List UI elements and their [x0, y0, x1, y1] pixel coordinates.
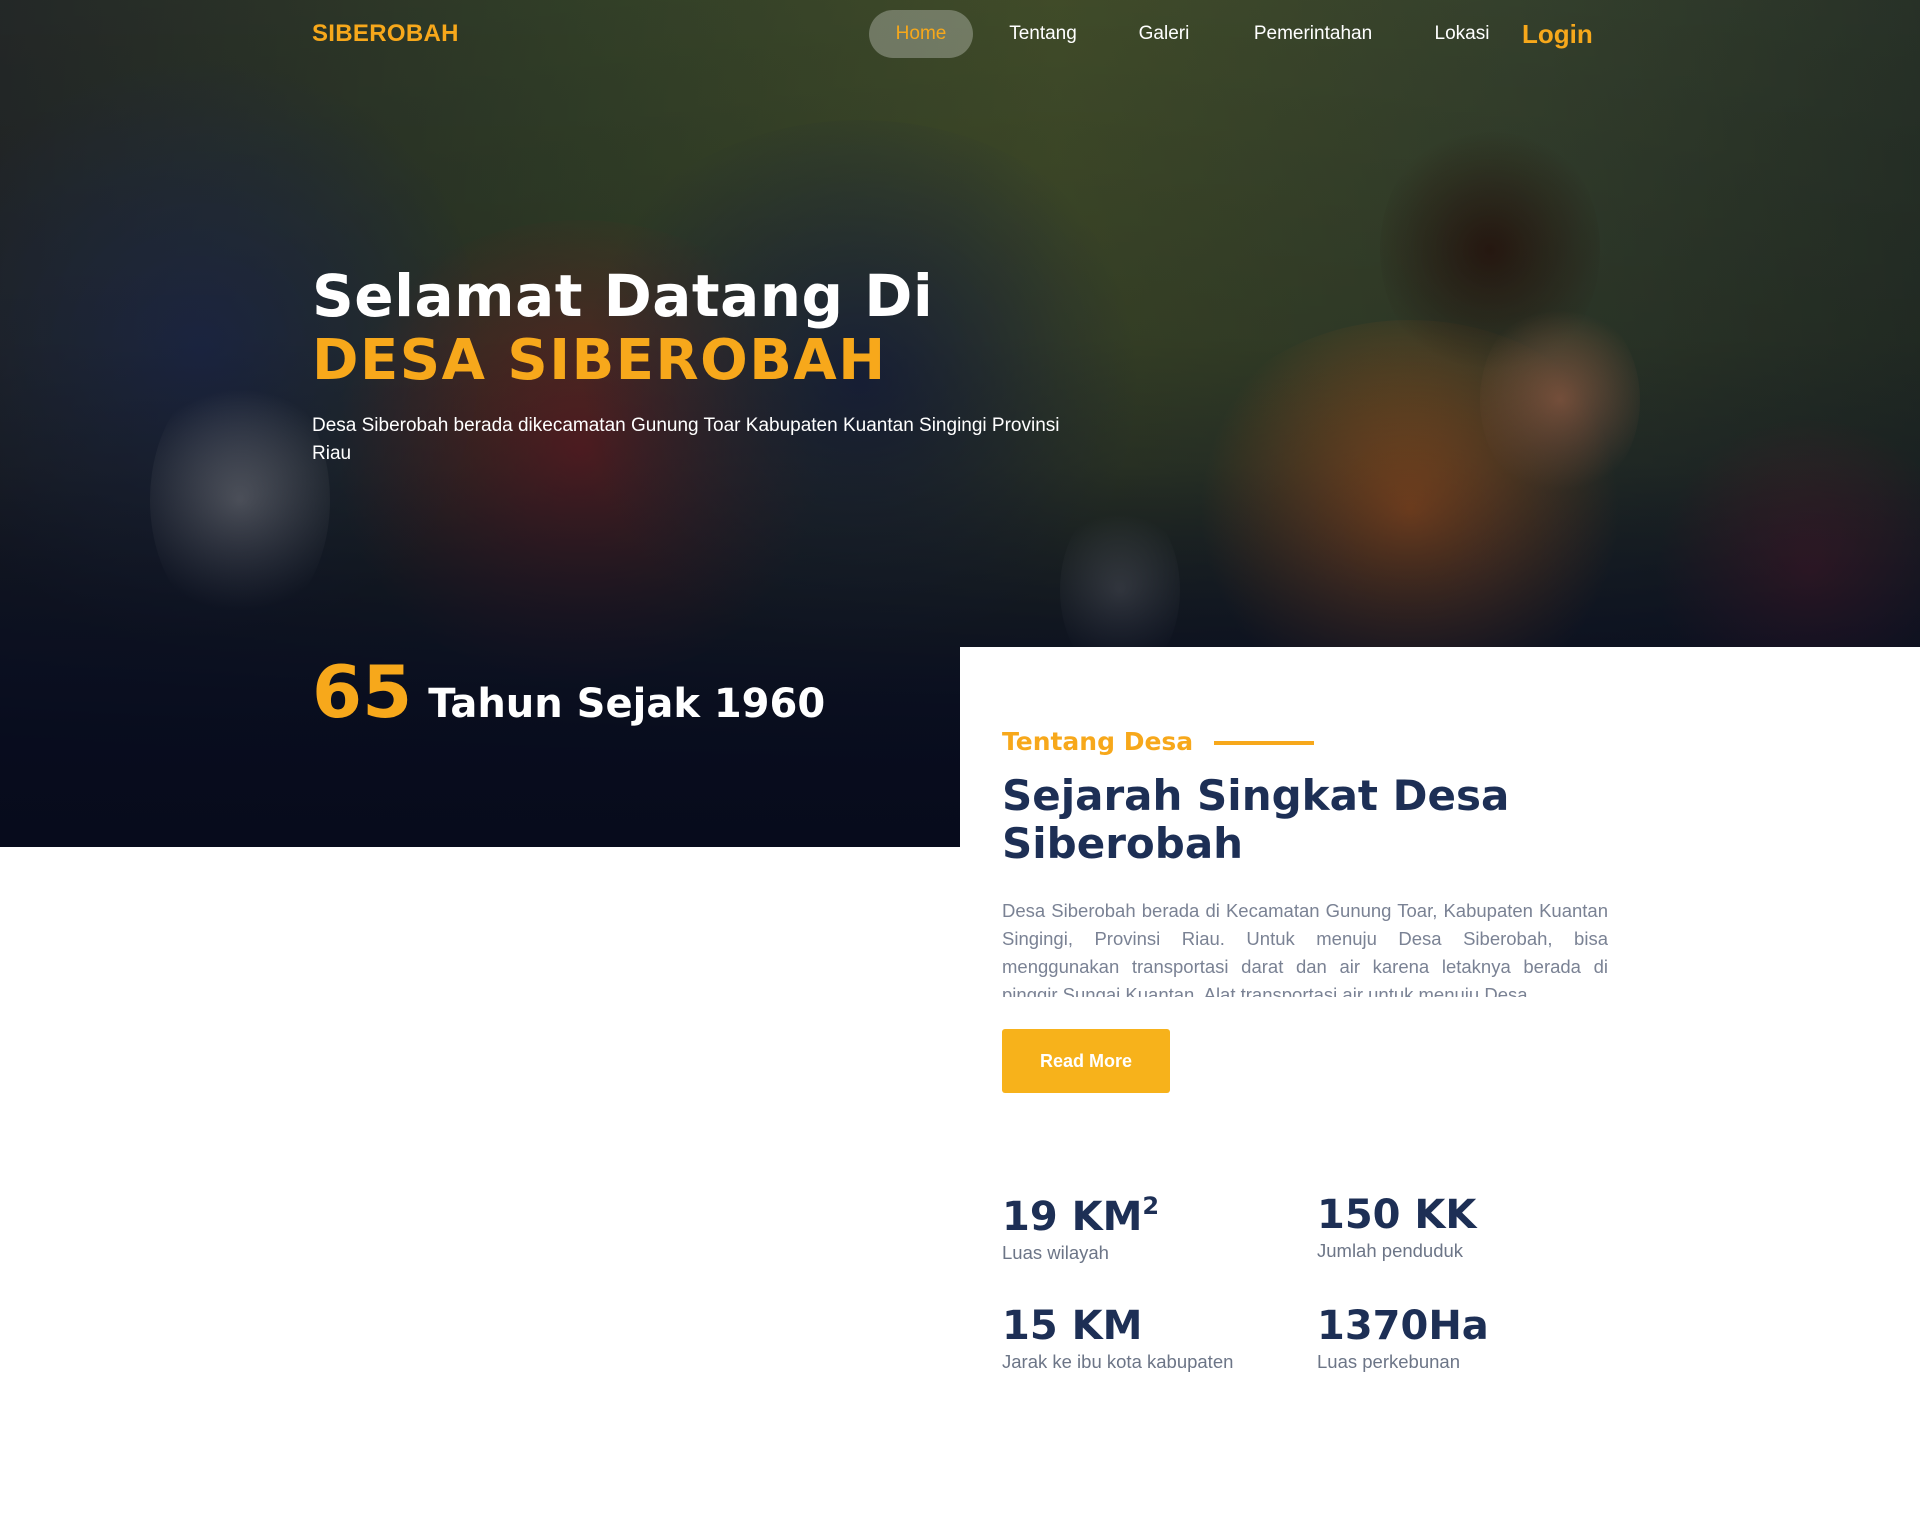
nav-pemerintahan[interactable]: Pemerintahan	[1232, 10, 1394, 58]
nav-home[interactable]: Home	[869, 10, 973, 58]
about-kicker: Tentang Desa	[1002, 727, 1194, 756]
stat-population: 150 KK Jumlah penduduk	[1317, 1192, 1476, 1262]
stat-value: 1370Ha	[1317, 1303, 1489, 1349]
nav-galeri[interactable]: Galeri	[1112, 10, 1216, 58]
login-link[interactable]: Login	[1522, 10, 1593, 58]
hero-description: Desa Siberobah berada dikecamatan Gunung…	[312, 415, 1060, 464]
years-number: 65	[312, 650, 413, 734]
stat-value: 19 KM2	[1002, 1192, 1160, 1240]
main-nav: Home Tentang Galeri Pemerintahan Lokasi …	[0, 10, 1920, 58]
nav-tentang[interactable]: Tentang	[988, 10, 1098, 58]
years-badge: 65 Tahun Sejak 1960	[312, 650, 825, 734]
stat-label: Luas perkebunan	[1317, 1351, 1460, 1372]
about-text: Desa Siberobah berada di Kecamatan Gunun…	[1002, 900, 1608, 997]
about-title: Sejarah Singkat Desa Siberobah	[1002, 771, 1510, 868]
kicker-divider	[1214, 741, 1314, 745]
about-section: Tentang Desa Sejarah Singkat Desa Sibero…	[960, 647, 1920, 1536]
read-more-button[interactable]: Read More	[1002, 1029, 1170, 1093]
stat-value: 150 KK	[1317, 1192, 1477, 1238]
stat-label: Jarak ke ibu kota kabupaten	[1002, 1351, 1234, 1372]
stat-distance: 15 KM Jarak ke ibu kota kabupaten	[1002, 1303, 1233, 1373]
years-label: Tahun Sejak 1960	[428, 681, 826, 727]
stat-plantation: 1370Ha Luas perkebunan	[1317, 1303, 1489, 1373]
stat-area: 19 KM2 Luas wilayah	[1002, 1192, 1159, 1264]
nav-lokasi[interactable]: Lokasi	[1412, 10, 1512, 58]
hero-title: Selamat Datang Di	[312, 262, 934, 330]
hero-title-highlight: DESA SIBEROBAH	[312, 328, 887, 393]
stat-label: Luas wilayah	[1002, 1242, 1109, 1263]
stat-label: Jumlah penduduk	[1317, 1240, 1464, 1261]
stat-value: 15 KM	[1002, 1303, 1143, 1349]
